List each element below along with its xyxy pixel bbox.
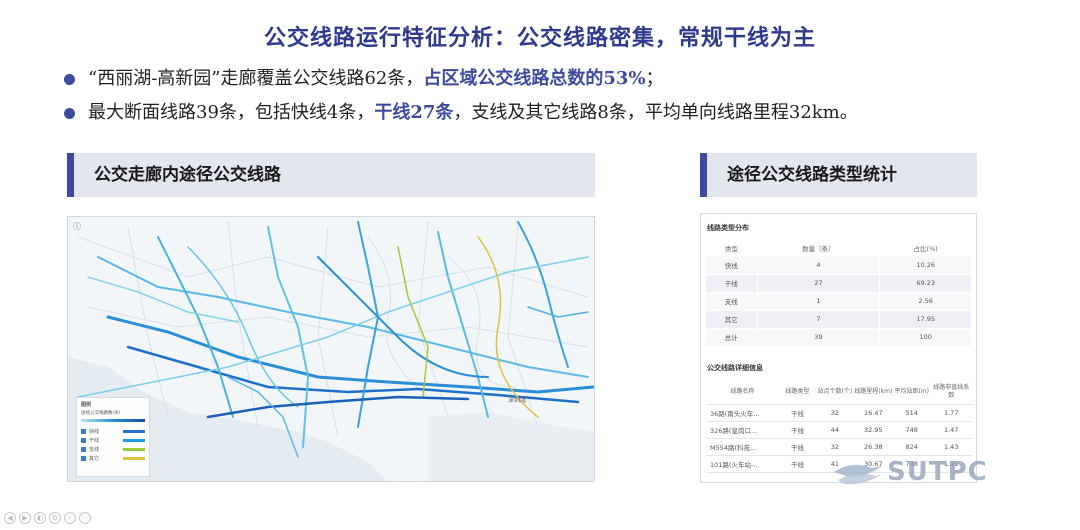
table-cell: 44 (816, 421, 854, 439)
sutpc-logo: SUTPC (832, 450, 992, 490)
table-row[interactable]: 36路(南头火车... 干线 32 16.47 514 1.77 (706, 404, 972, 422)
table-cell: 4 (757, 256, 881, 275)
bullet-2-highlight: 干线27条 (374, 102, 454, 123)
legend-item[interactable]: 干线 (81, 436, 145, 445)
table-cell: 其它 (706, 310, 758, 329)
column-header: 站点个数(个) (816, 380, 854, 405)
table-row: 总计 39 100 (706, 328, 972, 347)
legend-item[interactable]: 快线 (81, 427, 145, 436)
table-cell: 1.47 (930, 421, 972, 439)
table-row: 其它 7 17.95 (706, 310, 972, 329)
summary-bullets: “西丽湖-高新园”走廊覆盖公交线路62条，占区域公交线路总数的53%； 最大断面… (62, 68, 1062, 136)
table-cell: 32 (816, 404, 854, 422)
column-header: 类型 (706, 239, 758, 256)
legend-title: 图例 (81, 402, 92, 408)
slide-controls: ◀ ▶ ◐ ⧉ ⌕ ⋯ (4, 512, 91, 524)
column-header: 占比(%) (879, 239, 972, 256)
checkbox-icon[interactable] (81, 438, 86, 443)
table-cell: 干线 (706, 274, 758, 293)
bullet-2-tail: ，支线及其它线路8条，平均单向线路里程32km。 (453, 102, 858, 123)
corridor-routes-header: 公交走廊内途径公交线路 (67, 153, 595, 197)
table-cell: 10.26 (879, 256, 972, 275)
table-cell: 514 (893, 404, 931, 422)
table-cell: 36路(南头火车... (706, 404, 779, 422)
route-stats-panel: 线路类型分布 类型 数量（条） 占比(%) 快线 4 10.26 干线 27 69.23… (700, 213, 977, 483)
logo-icon (834, 464, 882, 485)
page-title: 公交线路运行特征分析：公交线路密集，常规干线为主 (263, 26, 816, 51)
table-cell: 101路(火车站-... (706, 455, 779, 473)
legend-swatch (123, 457, 145, 460)
type-table-title: 线路类型分布 (707, 224, 749, 232)
bullet-1-text: “西丽湖-高新园”走廊覆盖公交线路62条， (88, 68, 424, 89)
checkbox-icon[interactable] (81, 447, 86, 452)
table-cell: 39 (757, 328, 881, 347)
legend-label: 干线 (89, 438, 100, 444)
bullet-1: “西丽湖-高新园”走廊覆盖公交线路62条，占区域公交线路总数的53%； (62, 68, 1062, 90)
column-header: 平均站距(m) (893, 380, 931, 405)
column-header: 数量（条） (757, 239, 880, 256)
table-cell: 快线 (706, 256, 758, 275)
info-icon[interactable]: ⓘ (73, 221, 81, 232)
water-area (428, 412, 594, 481)
legend-swatch (123, 430, 145, 433)
type-table: 类型 数量（条） 占比(%) 快线 4 10.26 干线 27 69.23 支线 1 2.5… (706, 239, 972, 347)
bullet-2-text: 最大断面线路39条，包括快线4条， (88, 102, 375, 123)
checkbox-icon[interactable] (81, 429, 86, 434)
pen-tool-icon[interactable]: ◐ (34, 512, 46, 524)
table-cell: 326路(皇岗口... (706, 421, 779, 439)
zoom-icon[interactable]: ⌕ (64, 512, 76, 524)
table-cell: 2.56 (879, 292, 972, 311)
bullet-dot (64, 108, 75, 119)
table-row: 快线 4 10.26 (706, 256, 972, 275)
table-cell: 7 (757, 310, 881, 329)
table-cell: 27 (757, 274, 881, 293)
table-row: 支线 1 2.56 (706, 292, 972, 311)
logo-text: SUTPC (887, 457, 988, 487)
legend-label: 快线 (89, 429, 100, 435)
table-cell: 1.77 (930, 404, 972, 422)
bus-route-map[interactable]: 深圳湾 ⓘ 图例 途经公交线路数(条) 快线 干线 支线 其它 (67, 216, 595, 482)
table-cell: 总计 (706, 328, 758, 347)
table-cell: 100 (879, 328, 972, 347)
legend-subtitle: 途经公交线路数(条) (81, 411, 121, 416)
more-options-icon[interactable]: ⋯ (79, 512, 91, 524)
bullet-dot (64, 74, 75, 85)
table-row[interactable]: 326路(皇岗口... 干线 44 32.95 748 1.47 (706, 421, 972, 439)
table-cell: 干线 (778, 404, 817, 422)
legend-label: 其它 (89, 456, 100, 462)
bullet-1-tail: ； (645, 68, 664, 89)
table-cell: 支线 (706, 292, 758, 311)
detail-table-title: 公交线路详细信息 (707, 363, 763, 372)
route-type-stats-header: 途径公交线路类型统计 (700, 153, 977, 197)
table-cell: 干线 (778, 455, 817, 473)
checkbox-icon[interactable] (81, 456, 86, 461)
legend-label: 支线 (89, 447, 100, 453)
legend-swatch (123, 448, 145, 451)
table-cell: 69.23 (879, 274, 972, 293)
table-row: 干线 27 69.23 (706, 274, 972, 293)
legend-swatch (123, 439, 145, 442)
table-cell: M554路(科苑... (706, 438, 779, 456)
legend-item[interactable]: 其它 (81, 454, 145, 463)
legend-item[interactable]: 支线 (81, 445, 145, 454)
slides-overview-icon[interactable]: ⧉ (49, 512, 61, 524)
column-header: 线路非直线系数 (930, 380, 972, 405)
previous-slide-icon[interactable]: ◀ (4, 512, 16, 524)
table-cell: 干线 (778, 438, 817, 456)
map-place-label: 深圳湾 (508, 396, 526, 404)
table-cell: 1 (757, 292, 881, 311)
table-cell: 16.47 (853, 404, 894, 422)
table-cell: 32.95 (853, 421, 894, 439)
column-header: 线路名称 (706, 380, 779, 405)
table-cell: 干线 (778, 421, 817, 439)
bullet-2: 最大断面线路39条，包括快线4条，干线27条，支线及其它线路8条，平均单向线路里… (62, 102, 1062, 124)
bullet-1-highlight: 占区域公交线路总数的53% (423, 68, 646, 89)
table-cell: 748 (893, 421, 931, 439)
legend-color-ramp (81, 419, 145, 422)
next-slide-icon[interactable]: ▶ (19, 512, 31, 524)
column-header: 线路类型 (778, 380, 817, 405)
table-cell: 17.95 (879, 310, 972, 329)
column-header: 线路里程(km) (853, 380, 894, 405)
map-legend: 图例 途经公交线路数(条) 快线 干线 支线 其它 (76, 397, 150, 477)
